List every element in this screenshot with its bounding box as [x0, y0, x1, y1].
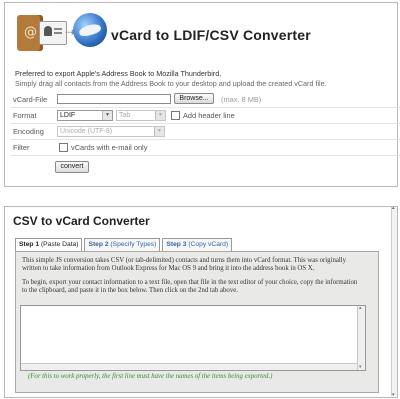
page-title: vCard to LDIF/CSV Converter: [111, 27, 311, 43]
tab-step-2[interactable]: Step 2 (Specify Types): [84, 238, 161, 251]
contact-card-icon: [39, 21, 67, 45]
step-tabs: Step 1 (Paste Data) Step 2 (Specify Type…: [15, 238, 234, 252]
row-divider: [11, 107, 400, 108]
section-title: CSV to vCard Converter: [13, 214, 150, 228]
tab-step-3[interactable]: Step 3 (Copy vCard): [162, 238, 233, 251]
thunderbird-icon: [73, 13, 107, 47]
encoding-select[interactable]: Unicode (UTF-8) ▼: [57, 126, 165, 137]
row-format: Format LDIF ▼ Tab ▼ Add header line: [11, 109, 400, 124]
filter-label: Filter: [13, 143, 30, 152]
row-filter: Filter vCards with e-mail only: [11, 141, 400, 156]
header-line-note: (For this to work properly, the first li…: [28, 373, 273, 380]
chevron-down-icon: ▼: [155, 111, 165, 120]
textarea-horizontal-scrollbar[interactable]: [21, 363, 357, 370]
row-divider: [11, 123, 400, 124]
page-scrollbar[interactable]: [391, 205, 397, 398]
encoding-label: Encoding: [13, 127, 44, 136]
row-divider: [11, 139, 400, 140]
max-size-note: (max. 8 MB): [221, 95, 262, 104]
tab-step-2-name: (Specify Types): [110, 241, 157, 248]
separator-select-value: Tab: [119, 112, 131, 119]
vcard-to-ldif-panel: ⇢ vCard to LDIF/CSV Converter Preferred …: [4, 2, 400, 187]
format-select-value: LDIF: [60, 112, 76, 119]
vcard-file-label: vCard-File: [13, 95, 48, 104]
separator-select[interactable]: Tab ▼: [116, 110, 166, 121]
panel-header: ⇢ vCard to LDIF/CSV Converter: [5, 3, 397, 63]
description-line-1: Preferred to export Apple's Address Book…: [15, 69, 222, 78]
intro-paragraph: This simple JS conversion takes CSV (or …: [22, 257, 347, 273]
tab-step-3-name: (Copy vCard): [188, 241, 229, 248]
row-vcard-file: vCard-File Browse... (max. 8 MB): [11, 93, 400, 108]
tab-content: This simple JS conversion takes CSV (or …: [15, 251, 379, 393]
instructions-paragraph: To begin, export your contact informatio…: [22, 279, 358, 295]
header-icons: ⇢: [17, 9, 107, 57]
vcard-file-input[interactable]: [57, 94, 171, 104]
email-only-checkbox[interactable]: [59, 143, 68, 152]
description-line-2: Simply drag all contacts from the Addres…: [15, 79, 327, 88]
convert-button[interactable]: convert: [55, 161, 89, 173]
tab-step-1[interactable]: Step 1 (Paste Data): [15, 238, 83, 252]
tab-step-1-name: (Paste Data): [40, 241, 79, 248]
csv-to-vcard-panel: CSV to vCard Converter Step 1 (Paste Dat…: [4, 206, 398, 398]
description: Preferred to export Apple's Address Book…: [15, 69, 327, 89]
tab-step-3-step: Step 3: [166, 241, 187, 248]
chevron-down-icon: ▼: [102, 111, 112, 120]
row-encoding: Encoding Unicode (UTF-8) ▼: [11, 125, 400, 140]
converter-form: vCard-File Browse... (max. 8 MB) Format …: [11, 93, 400, 173]
csv-data-textarea[interactable]: [20, 305, 366, 371]
format-label: Format: [13, 111, 37, 120]
chevron-down-icon: ▼: [154, 127, 164, 136]
format-select[interactable]: LDIF ▼: [57, 110, 113, 121]
textarea-vertical-scrollbar[interactable]: [357, 305, 365, 370]
tab-step-1-step: Step 1: [19, 241, 40, 248]
encoding-select-value: Unicode (UTF-8): [60, 128, 113, 135]
tab-step-2-step: Step 2: [88, 241, 109, 248]
header-line-label: Add header line: [183, 111, 235, 120]
row-divider: [11, 155, 400, 156]
email-only-label: vCards with e-mail only: [71, 143, 148, 152]
browse-button[interactable]: Browse...: [174, 93, 214, 104]
header-line-checkbox[interactable]: [171, 111, 180, 120]
